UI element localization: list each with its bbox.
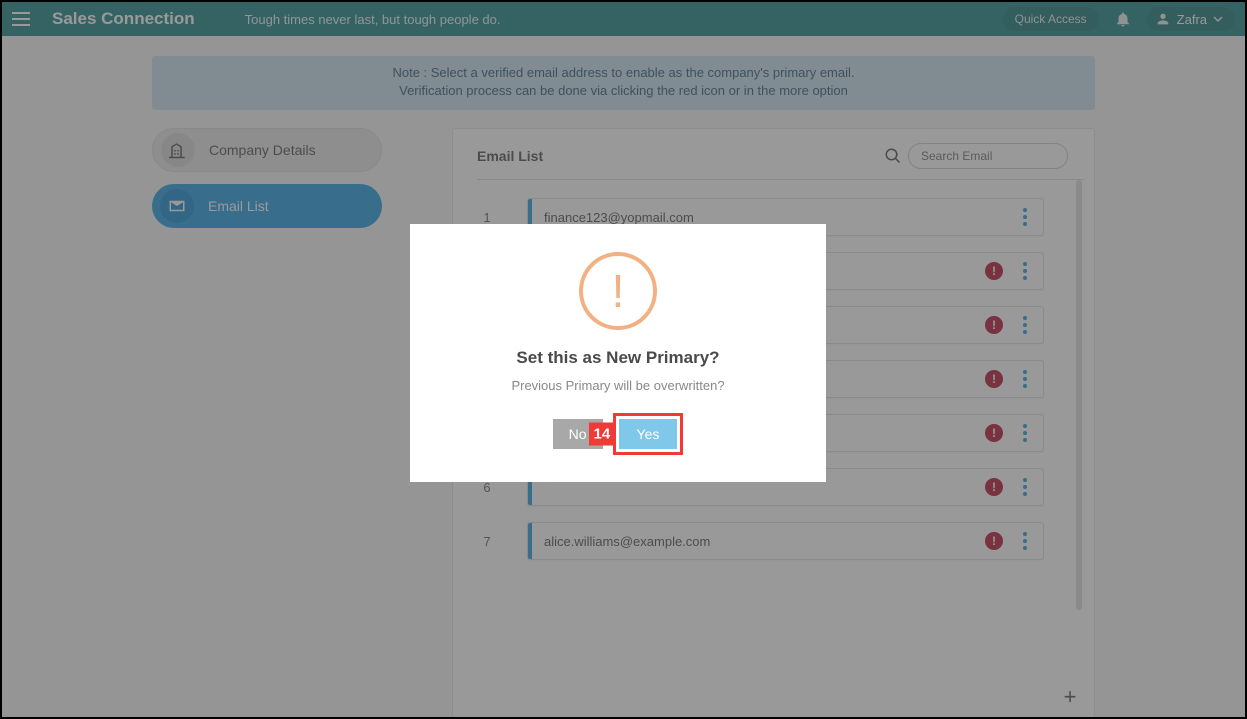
modal-title: Set this as New Primary? xyxy=(516,348,719,368)
yes-button[interactable]: Yes xyxy=(619,419,678,449)
warning-icon: ! xyxy=(579,252,657,330)
confirm-modal: ! Set this as New Primary? Previous Prim… xyxy=(410,224,826,482)
yes-highlight: 14 Yes xyxy=(613,413,684,455)
app-frame: Sales Connection Tough times never last,… xyxy=(0,0,1247,719)
modal-subtitle: Previous Primary will be overwritten? xyxy=(511,378,724,393)
modal-buttons: No 14 Yes xyxy=(553,413,684,455)
step-badge: 14 xyxy=(589,423,616,446)
